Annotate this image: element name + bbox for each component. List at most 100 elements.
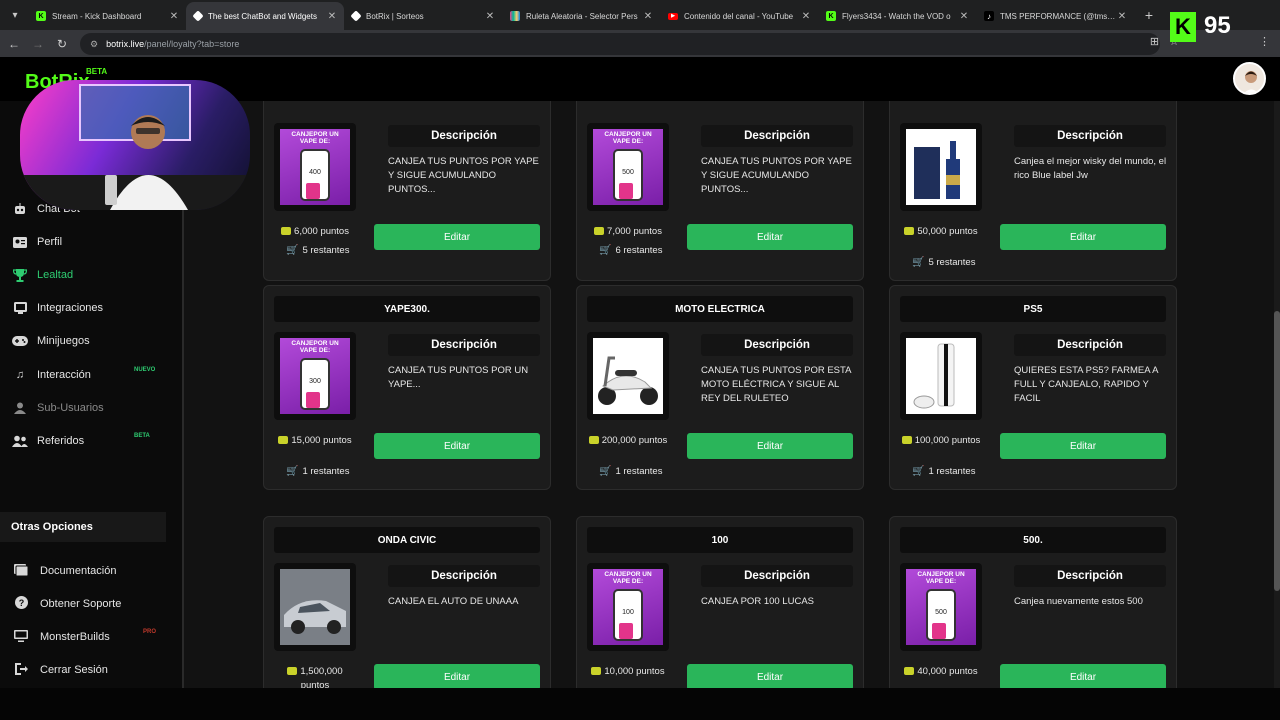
- browser-tab-active[interactable]: The best ChatBot and Widgets ✕: [186, 2, 344, 30]
- sidebar-item-label: MonsterBuilds: [40, 631, 110, 643]
- translate-icon[interactable]: ⊞: [1150, 35, 1159, 48]
- edit-button[interactable]: Editar: [374, 433, 540, 459]
- item-remaining: 🛒 1 restantes: [912, 466, 1032, 477]
- edit-button[interactable]: Editar: [687, 433, 853, 459]
- close-icon[interactable]: ✕: [168, 11, 180, 22]
- help-icon: ?: [14, 596, 28, 612]
- edit-button[interactable]: Editar: [687, 224, 853, 250]
- sidebar-item-interaccion[interactable]: ♫ Interacción: [12, 365, 91, 385]
- coins-icon: [594, 227, 605, 236]
- coins-icon: [904, 667, 915, 676]
- item-description: CANJEA TUS PUNTOS POR YAPE Y SIGUE ACUMU…: [388, 156, 539, 195]
- sidebar-item-integraciones[interactable]: Integraciones: [12, 298, 103, 318]
- botrix-icon: [350, 10, 362, 22]
- sidebar-item-label: Sub-Usuarios: [37, 402, 104, 414]
- kick-follower-widget: K 95: [1170, 12, 1250, 44]
- item-title: PS5: [900, 296, 1166, 322]
- close-icon[interactable]: ✕: [326, 11, 338, 22]
- description-heading: Descripción: [1014, 334, 1166, 356]
- integrations-icon: [12, 300, 28, 316]
- scrollbar-thumb[interactable]: [1274, 311, 1280, 591]
- coins-icon: [904, 227, 915, 236]
- browser-tab[interactable]: K Stream - Kick Dashboard ✕: [28, 2, 186, 30]
- new-tab-button[interactable]: +: [1140, 7, 1158, 23]
- item-thumbnail: [587, 332, 669, 420]
- item-thumbnail: [900, 332, 982, 420]
- trophy-icon: [12, 267, 28, 283]
- edit-button[interactable]: Editar: [1000, 224, 1166, 250]
- reload-icon[interactable]: ↻: [50, 37, 74, 51]
- browser-tab[interactable]: BotRix | Sorteos ✕: [344, 2, 502, 30]
- description-heading: Descripción: [388, 565, 540, 587]
- sidebar-item-label: Cerrar Sesión: [40, 664, 108, 676]
- youtube-icon: ▶: [668, 12, 678, 20]
- edit-button[interactable]: Editar: [687, 664, 853, 688]
- sidebar-item-label: Minijuegos: [37, 335, 90, 347]
- cart-icon: 🛒: [599, 245, 612, 256]
- tab-search-icon[interactable]: ▾: [4, 4, 26, 26]
- browser-tab[interactable]: K Flyers3434 - Watch the VOD o ✕: [818, 2, 976, 30]
- item-points: 1,500,000 puntos: [274, 665, 356, 688]
- botrix-icon: [192, 10, 204, 22]
- item-points: 40,000 puntos: [900, 665, 982, 679]
- tab-title: Ruleta Aleatoria - Selector Pers: [526, 11, 638, 21]
- item-remaining: 🛒 1 restantes: [286, 466, 406, 477]
- points-value: 50,000 puntos: [917, 226, 978, 237]
- site-info-icon[interactable]: ⚙: [90, 39, 98, 50]
- close-icon[interactable]: ✕: [484, 11, 496, 22]
- avatar[interactable]: [1233, 62, 1266, 95]
- sidebar-item-perfil[interactable]: Perfil: [12, 232, 62, 252]
- close-icon[interactable]: ✕: [800, 11, 812, 22]
- store-item-card: 100 CANJEPOR UN VAPE DE: 100 Descripción CAN…: [576, 516, 864, 688]
- edit-button[interactable]: Editar: [374, 664, 540, 688]
- kick-icon: K: [826, 11, 836, 21]
- edit-button[interactable]: Editar: [1000, 664, 1166, 688]
- beta-tag: BETA: [86, 67, 108, 76]
- item-points: 50,000 puntos: [900, 225, 982, 239]
- sidebar-item-sub-usuarios[interactable]: Sub-Usuarios: [12, 398, 104, 418]
- close-icon[interactable]: ✕: [958, 11, 970, 22]
- tab-title: Contenido del canal - YouTube: [684, 11, 794, 21]
- points-value: 10,000 puntos: [604, 666, 665, 677]
- remaining-value: 5 restantes: [302, 245, 350, 256]
- wheel-icon: [510, 11, 520, 21]
- coins-icon: [278, 436, 289, 445]
- sidebar-item-minijuegos[interactable]: Minijuegos: [12, 331, 90, 351]
- close-icon[interactable]: ✕: [1116, 11, 1128, 22]
- item-description: Canjea el mejor wisky del mundo, el rico…: [1014, 156, 1167, 181]
- url-host: botrix.live: [106, 39, 145, 49]
- sidebar-item-soporte[interactable]: ? Obtener Soporte: [14, 594, 121, 614]
- browser-tab[interactable]: Ruleta Aleatoria - Selector Pers ✕: [502, 2, 660, 30]
- sidebar-item-monsterbuilds[interactable]: MonsterBuilds: [14, 627, 110, 647]
- store-item-card: MOTO ELECTRICA Descripción CANJEA TUS PUNT…: [576, 285, 864, 490]
- sidebar-item-cerrar-sesion[interactable]: Cerrar Sesión: [14, 660, 108, 680]
- menu-kebab-icon[interactable]: ⋮: [1259, 35, 1270, 48]
- item-remaining: 🛒 1 restantes: [599, 466, 719, 477]
- browser-tab[interactable]: ♪ TMS PERFORMANCE (@tmspe ✕: [976, 2, 1134, 30]
- sidebar-item-lealtad[interactable]: Lealtad: [12, 265, 73, 285]
- vape-image: CANJEPOR UN VAPE DE: 300: [280, 338, 350, 414]
- edit-button[interactable]: Editar: [1000, 433, 1166, 459]
- kick-icon: K: [36, 11, 46, 21]
- cart-icon: 🛒: [912, 466, 925, 477]
- edit-button[interactable]: Editar: [374, 224, 540, 250]
- vape-amount: 300: [309, 378, 321, 385]
- svg-text:?: ?: [18, 598, 24, 608]
- browser-tab[interactable]: ▶ Contenido del canal - YouTube ✕: [660, 2, 818, 30]
- points-value: 40,000 puntos: [917, 666, 978, 677]
- address-bar[interactable]: ⚙ botrix.live/panel/loyalty?tab=store: [80, 33, 1160, 55]
- vape-image: CANJEPOR UN VAPE DE: 100: [593, 569, 663, 645]
- remaining-value: 6 restantes: [615, 245, 663, 256]
- close-icon[interactable]: ✕: [642, 11, 654, 22]
- cart-icon: 🛒: [912, 257, 925, 268]
- vape-image: CANJEPOR UN VAPE DE: 500: [906, 569, 976, 645]
- points-value: 15,000 puntos: [291, 435, 352, 446]
- forward-arrow-icon[interactable]: →: [26, 37, 50, 51]
- sidebar-item-documentacion[interactable]: Documentación: [14, 561, 116, 581]
- sidebar-item-label: Interacción: [37, 369, 91, 381]
- store-item-card: CANJEPOR UN VAPE DE: 400 Descripción CANJEA…: [263, 101, 551, 281]
- sidebar-item-referidos[interactable]: Referidos: [12, 431, 84, 451]
- page-scrollbar[interactable]: [1274, 101, 1280, 688]
- back-arrow-icon[interactable]: ←: [2, 37, 26, 51]
- store-item-card: CANJEPOR UN VAPE DE: 500 Descripción CANJEA…: [576, 101, 864, 281]
